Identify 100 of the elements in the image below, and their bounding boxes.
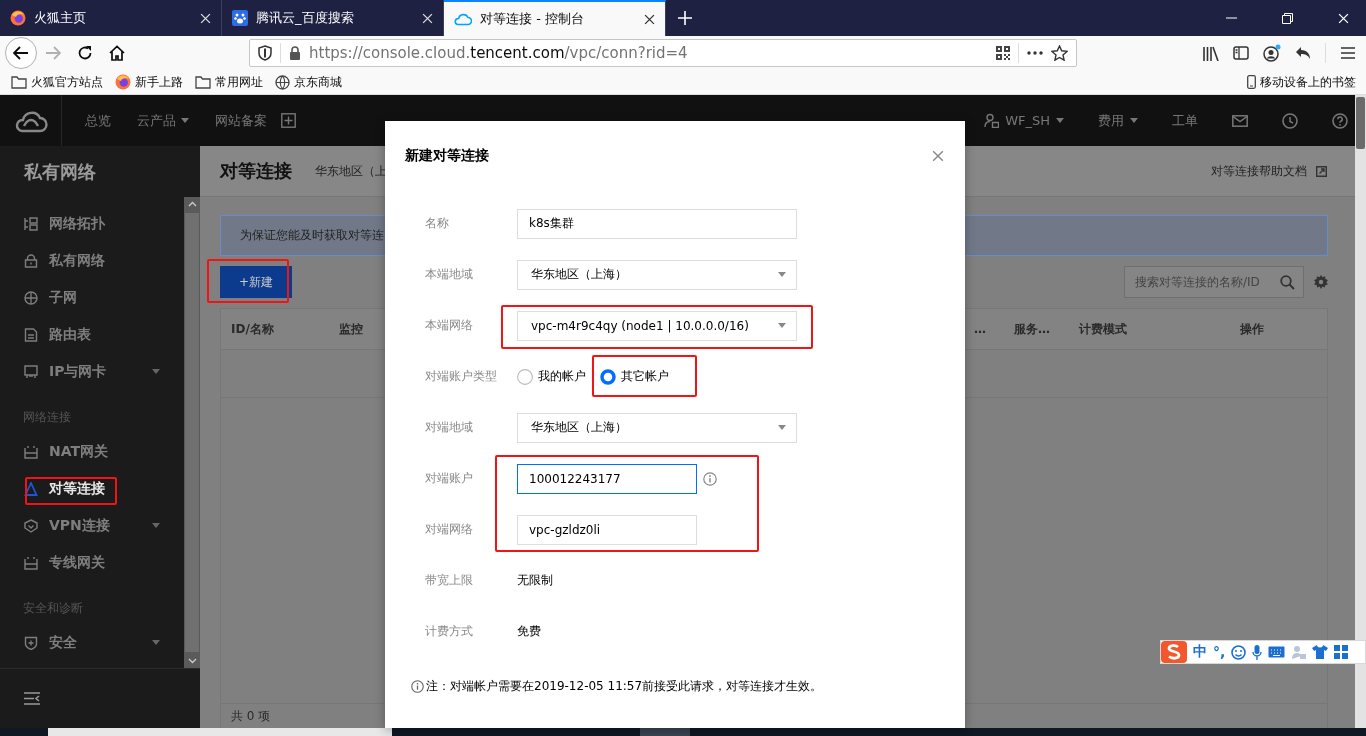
caret-icon bbox=[778, 272, 786, 277]
cabinet-icon bbox=[24, 555, 38, 570]
dialog-title: 新建对等连接 bbox=[405, 146, 490, 165]
restore-icon[interactable] bbox=[1281, 12, 1293, 24]
caret-icon bbox=[1056, 118, 1064, 123]
lock-icon bbox=[24, 253, 38, 268]
shield-icon bbox=[24, 518, 38, 533]
field-value: 无限制 bbox=[517, 572, 553, 589]
account-icon[interactable] bbox=[1263, 44, 1281, 62]
region-selector[interactable]: 华东地区（上 bbox=[315, 162, 387, 180]
bookmark-item[interactable]: 火狐官方站点 bbox=[11, 73, 103, 91]
column-header: … bbox=[974, 322, 987, 336]
ime-logo-icon[interactable] bbox=[1161, 641, 1187, 663]
grid-icon[interactable] bbox=[1334, 645, 1349, 659]
folder-icon bbox=[195, 75, 211, 89]
dropdown[interactable]: 华东地区（上海） bbox=[517, 259, 797, 290]
paw-icon bbox=[232, 10, 248, 26]
nav-link[interactable]: 总览 bbox=[85, 111, 111, 130]
sidebar-item[interactable]: 路由表 bbox=[0, 316, 184, 353]
caret-icon bbox=[181, 118, 189, 123]
microphone-icon[interactable] bbox=[1252, 644, 1263, 660]
external-link-icon[interactable] bbox=[1316, 165, 1327, 177]
minimize-icon[interactable] bbox=[1225, 17, 1237, 19]
keyboard-icon[interactable] bbox=[1268, 646, 1286, 658]
sidebar-item[interactable]: 专线网关 bbox=[0, 544, 184, 581]
punctuation-toggle[interactable]: °, bbox=[1213, 644, 1226, 660]
scrollbar[interactable] bbox=[1355, 95, 1366, 728]
field-label: 带宽上限 bbox=[425, 572, 474, 589]
undo-icon[interactable] bbox=[1295, 46, 1311, 60]
bookmark-item[interactable]: 新手上路 bbox=[115, 73, 183, 91]
monitor-icon bbox=[24, 364, 38, 379]
library-icon[interactable] bbox=[1203, 45, 1219, 61]
triangle-icon bbox=[24, 481, 38, 496]
item-count: 共 0 项 bbox=[231, 707, 271, 725]
shield-icon[interactable] bbox=[258, 45, 272, 61]
bookmark-item[interactable]: 京东商城 bbox=[275, 73, 342, 91]
new-button[interactable]: +新建 bbox=[220, 266, 292, 298]
plus-icon[interactable] bbox=[678, 11, 692, 25]
dropdown[interactable]: vpc-m4r9c4qy (node1 | 10.0.0.0/16) bbox=[517, 310, 797, 341]
firefox-icon bbox=[115, 74, 131, 90]
help-link[interactable]: 对等连接帮助文档 bbox=[1211, 162, 1307, 180]
browser-tab[interactable]: 对等连接 - 控制台 bbox=[444, 0, 666, 36]
sidebar-icon[interactable] bbox=[1233, 46, 1249, 60]
menu-icon[interactable] bbox=[1340, 46, 1356, 60]
qr-code-icon[interactable] bbox=[996, 46, 1010, 60]
url-text: https://console.cloud.tencent.com/vpc/conn?rid=4 bbox=[309, 44, 689, 62]
topology-icon bbox=[24, 216, 38, 231]
page-title: 对等连接 bbox=[220, 159, 292, 183]
input-field[interactable]: 100012243177 bbox=[517, 463, 697, 494]
collapse-menu-icon[interactable] bbox=[24, 692, 40, 705]
mail-icon[interactable] bbox=[1232, 114, 1248, 127]
more-icon[interactable] bbox=[1027, 51, 1043, 55]
sidebar-item[interactable]: 子网 bbox=[0, 279, 184, 316]
dropdown[interactable]: 华东地区（上海） bbox=[517, 412, 797, 443]
nav-link[interactable]: 网站备案 bbox=[215, 111, 267, 130]
shirt-icon[interactable] bbox=[1312, 645, 1329, 659]
search-field[interactable]: 搜索对等连接的名称/ID bbox=[1124, 266, 1304, 298]
caret-icon bbox=[152, 369, 160, 374]
input-mode-toggle[interactable]: 中 bbox=[1193, 643, 1207, 661]
nav-link[interactable]: 云产品 bbox=[137, 111, 189, 130]
radio-option[interactable]: 我的帐户 bbox=[517, 368, 586, 385]
smiley-icon[interactable] bbox=[1231, 644, 1247, 660]
arrow-right-icon bbox=[45, 46, 61, 60]
close-icon[interactable] bbox=[644, 13, 655, 25]
field-label: 名称 bbox=[425, 215, 450, 232]
star-icon[interactable] bbox=[1051, 45, 1068, 61]
column-header: 监控 bbox=[338, 320, 364, 338]
bookmark-item[interactable]: 移动设备上的书签 bbox=[1247, 73, 1366, 91]
sidebar-item[interactable]: 网络拓扑 bbox=[0, 205, 184, 242]
help-icon[interactable] bbox=[1332, 112, 1348, 129]
nav-link[interactable]: 工单 bbox=[1172, 111, 1198, 130]
home-icon[interactable] bbox=[109, 45, 125, 61]
settings-icon[interactable] bbox=[1314, 275, 1328, 289]
sidebar-item[interactable]: IP与网卡 bbox=[0, 353, 184, 390]
plus-box-icon[interactable] bbox=[281, 113, 296, 128]
firefox-icon bbox=[10, 10, 26, 26]
sidebar-item[interactable]: NAT网关 bbox=[0, 433, 184, 470]
sidebar-item[interactable]: 对等连接 bbox=[0, 470, 184, 507]
folder-icon bbox=[11, 75, 27, 89]
sidebar-item[interactable]: 私有网络 bbox=[0, 242, 184, 279]
back-button[interactable] bbox=[5, 37, 37, 69]
address-bar[interactable]: https://console.cloud.tencent.com/vpc/conn?rid=4 bbox=[249, 39, 1077, 67]
info-icon[interactable] bbox=[703, 471, 717, 486]
bookmark-item[interactable]: 常用网址 bbox=[195, 73, 263, 91]
account-menu[interactable]: WF_SH bbox=[984, 113, 1064, 128]
sidebar-item[interactable]: 安全 bbox=[0, 624, 184, 661]
radio-option[interactable]: 其它帐户 bbox=[600, 368, 669, 385]
input-field[interactable]: vpc-gzldz0li bbox=[517, 514, 697, 545]
cloud-icon bbox=[454, 12, 472, 26]
clock-icon[interactable] bbox=[1282, 112, 1298, 129]
sidebar-item[interactable]: VPN连接 bbox=[0, 507, 184, 544]
chevron-down-icon bbox=[187, 658, 197, 664]
radio-icon bbox=[517, 368, 533, 385]
nav-link[interactable]: 费用 bbox=[1098, 111, 1138, 130]
column-header: 操作 bbox=[1240, 320, 1265, 338]
note-text: 注：对端帐户需要在2019-12-05 11:57前接受此请求，对等连接才生效。 bbox=[426, 678, 823, 695]
phone-icon bbox=[1247, 75, 1256, 89]
input-field[interactable]: k8s集群 bbox=[517, 208, 797, 239]
scrollbar[interactable] bbox=[184, 197, 200, 668]
reload-icon[interactable] bbox=[77, 45, 93, 61]
